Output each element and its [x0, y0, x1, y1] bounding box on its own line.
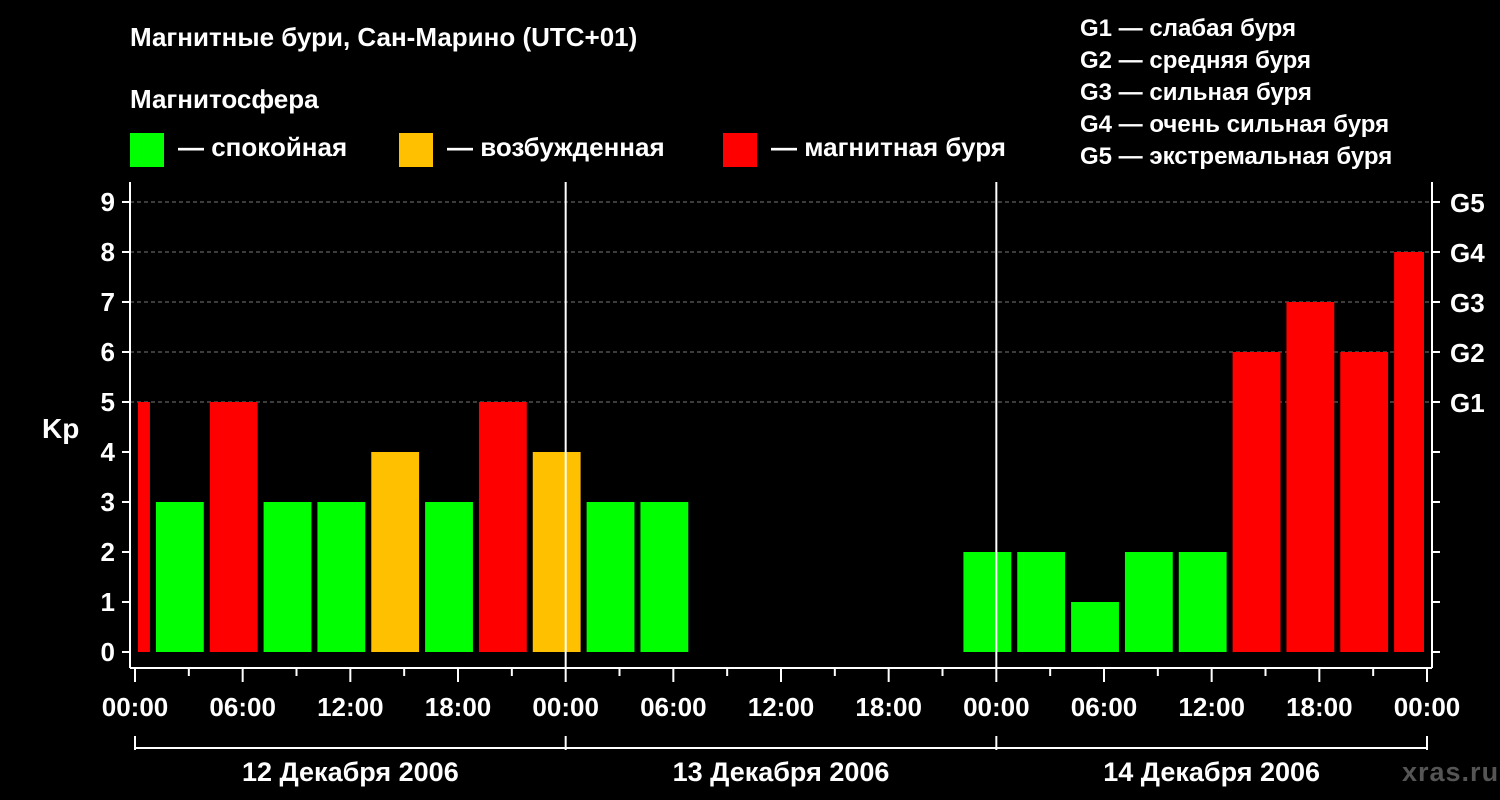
- y-tick-label: 8: [101, 237, 115, 267]
- x-tick-label: 00:00: [532, 692, 599, 722]
- y-tick-label: 3: [101, 487, 115, 517]
- y-tick-label: 7: [101, 287, 115, 317]
- y-tick-label: 5: [101, 387, 115, 417]
- kp-bar: [1394, 252, 1424, 652]
- storm-level-label: G1: [1450, 388, 1485, 418]
- x-tick-label: 06:00: [209, 692, 276, 722]
- kp-bar: [1286, 302, 1335, 652]
- y-tick-label: 6: [101, 337, 115, 367]
- storm-level-label: G4: [1450, 238, 1485, 268]
- storm-level-label: G5: [1450, 188, 1485, 218]
- kp-bar: [138, 402, 150, 652]
- kp-bar: [371, 452, 420, 652]
- x-tick-label: 18:00: [1286, 692, 1353, 722]
- kp-bar: [1017, 552, 1066, 652]
- kp-bar: [963, 552, 1012, 652]
- y-tick-label: 2: [101, 537, 115, 567]
- x-tick-label: 00:00: [102, 692, 169, 722]
- x-tick-label: 06:00: [1071, 692, 1138, 722]
- y-tick-label: 9: [101, 187, 115, 217]
- storm-level-label: G2: [1450, 338, 1485, 368]
- x-tick-label: 06:00: [640, 692, 707, 722]
- kp-bar: [1124, 552, 1173, 652]
- day-label: 14 Декабря 2006: [1103, 757, 1320, 787]
- kp-bar: [478, 402, 527, 652]
- kp-bar: [263, 502, 312, 652]
- storm-level-label: G3: [1450, 288, 1485, 318]
- kp-bar: [425, 502, 473, 652]
- x-tick-label: 00:00: [963, 692, 1030, 722]
- x-tick-label: 18:00: [425, 692, 492, 722]
- x-tick-label: 18:00: [855, 692, 922, 722]
- kp-bar-chart: 0 1 2 3 4 5 6 7 8 9 G1 G2 G3 G4 G5 Kp 00:00 06:00 12:00 18:…: [42, 182, 1485, 787]
- day-label: 12 Декабря 2006: [242, 757, 459, 787]
- kp-bar: [1178, 552, 1227, 652]
- x-tick-label: 12:00: [317, 692, 384, 722]
- kp-bar: [1071, 602, 1119, 652]
- x-tick-label: 12:00: [1178, 692, 1245, 722]
- kp-bar: [1340, 352, 1389, 652]
- kp-bar: [640, 502, 689, 652]
- x-tick-label: 00:00: [1394, 692, 1461, 722]
- y-tick-label: 1: [101, 587, 115, 617]
- kp-bar: [317, 502, 366, 652]
- kp-bar: [532, 452, 581, 652]
- y-tick-label: 4: [101, 437, 116, 467]
- y-axis-label: Kp: [42, 413, 79, 444]
- y-tick-label: 0: [101, 637, 115, 667]
- kp-bar: [1232, 352, 1281, 652]
- kp-bar: [155, 502, 204, 652]
- kp-bar: [586, 502, 635, 652]
- kp-bar: [209, 402, 258, 652]
- x-tick-label: 12:00: [748, 692, 815, 722]
- watermark: xras.ru: [1402, 757, 1500, 787]
- day-label: 13 Декабря 2006: [673, 757, 890, 787]
